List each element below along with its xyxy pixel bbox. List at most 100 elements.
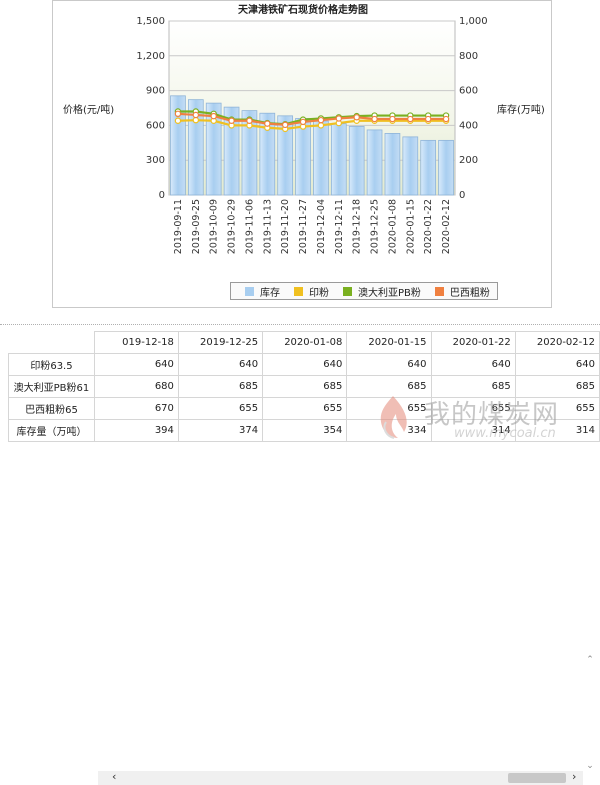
line-point: [192, 111, 200, 119]
table-cell: 640: [93, 353, 179, 376]
y-left-tick-label: 600: [146, 120, 165, 131]
bar-inventory: [366, 129, 383, 196]
legend-label: 澳大利亚PB粉: [358, 287, 421, 299]
table-cell: 394: [93, 419, 179, 442]
watermark-logo: 我的煤炭网 www.mycoal.cn: [368, 392, 598, 444]
line-point: [210, 112, 217, 120]
legend-swatch: [343, 286, 352, 296]
table-corner: [9, 332, 95, 354]
bar-inventory: [420, 139, 437, 196]
table-cell: 374: [177, 419, 264, 442]
line-point: [264, 120, 271, 127]
chart-svg: 天津港铁矿石现货价格走势图 0 0 300 200 600 400 900 600 1,200 80…: [136, 3, 488, 254]
column-header: 2020-02-12: [514, 331, 600, 354]
flame-logo-icon: [380, 396, 407, 439]
line-point: [246, 117, 253, 124]
x-tick-label: 2019-12-04: [316, 199, 327, 254]
scroll-left-icon[interactable]: ‹: [112, 770, 116, 783]
legend-item: 库存: [245, 284, 280, 299]
line-point: [317, 122, 325, 129]
line-point: [174, 110, 182, 118]
table-cell: 680: [93, 375, 179, 398]
table-cell: 354: [262, 419, 348, 442]
y-left-tick-label: 900: [146, 86, 165, 97]
table-row: 印粉63.5 640 640 640 640 640 640: [8, 353, 600, 376]
x-tick-label: 2019-10-09: [209, 199, 220, 254]
row-label: 库存量（万吨）: [8, 419, 95, 442]
line-point: [389, 115, 396, 123]
x-tick-label: 2019-09-25: [191, 199, 202, 254]
line-point: [317, 116, 325, 124]
line-point: [424, 115, 432, 123]
vertical-scrollbar[interactable]: ⌃ ⌄: [584, 655, 596, 777]
line-point: [299, 118, 307, 126]
x-tick-label: 2020-01-15: [405, 199, 416, 254]
x-tick-label: 2019-11-13: [262, 199, 273, 254]
line-point: [353, 114, 360, 121]
legend-label: 库存: [260, 287, 280, 299]
y-left-title: 价格(元/吨): [63, 105, 115, 116]
bar-inventory: [295, 118, 311, 196]
legend-item: 印粉: [294, 284, 329, 299]
column-header: 2020-01-22: [430, 331, 516, 354]
y-left-tick-label: 300: [146, 155, 165, 166]
row-label: 印粉63.5: [8, 353, 95, 376]
horizontal-scroll-thumb[interactable]: [508, 773, 566, 783]
bar-inventory: [384, 133, 401, 196]
bar-inventory: [313, 120, 329, 196]
y-right-title: 库存(万吨): [497, 105, 545, 116]
table-cell: 685: [262, 375, 348, 398]
chart-legend: 库存 印粉 澳大利亚PB粉 巴西粗粉: [230, 282, 498, 300]
scroll-down-icon[interactable]: ⌄: [584, 761, 596, 771]
watermark-url: www.mycoal.cn: [454, 426, 556, 441]
x-tick-label: 2019-10-29: [227, 199, 238, 254]
table-header-row: 019-12-18 2019-12-25 2020-01-08 2020-01-15 2…: [9, 331, 600, 354]
bar-inventory: [330, 123, 347, 196]
y-right-tick-label: 600: [459, 86, 478, 97]
table-cell: 640: [262, 353, 348, 376]
line-point: [442, 115, 450, 123]
table-cell: 670: [93, 397, 179, 420]
table-cell: 640: [430, 353, 516, 376]
x-tick-label: 2019-11-06: [244, 199, 255, 254]
x-tick-label: 2019-11-20: [280, 199, 291, 254]
table-cell: 655: [177, 397, 264, 420]
line-point: [407, 115, 414, 123]
y-right-tick-label: 200: [459, 155, 478, 166]
table-cell: 655: [262, 397, 348, 420]
row-label: 巴西粗粉65: [8, 397, 95, 420]
y-right-tick-label: 0: [459, 190, 465, 201]
scroll-up-icon[interactable]: ⌃: [584, 655, 596, 665]
x-tick-label: 2020-02-12: [441, 199, 452, 254]
x-tick-label: 2019-11-27: [298, 199, 309, 254]
x-tick-label: 2019-09-11: [173, 199, 184, 254]
column-header: 2020-01-08: [262, 331, 348, 354]
legend-item: 澳大利亚PB粉: [343, 284, 421, 299]
column-header: 2019-12-25: [177, 331, 264, 354]
legend-item: 巴西粗粉: [434, 284, 490, 299]
line-point: [371, 115, 378, 123]
line-point: [335, 115, 343, 122]
bar-inventory: [348, 126, 365, 196]
legend-label: 印粉: [309, 287, 329, 299]
chart-title: 天津港铁矿石现货价格走势图: [238, 3, 368, 16]
legend-swatch: [434, 286, 444, 296]
scroll-right-icon[interactable]: ›: [572, 770, 576, 783]
line-point: [174, 117, 182, 124]
bar-inventory: [438, 139, 454, 196]
line-point: [281, 121, 289, 129]
x-tick-label: 2019-12-25: [370, 199, 381, 254]
y-left-tick-label: 0: [159, 190, 165, 201]
column-header: 2020-01-15: [346, 331, 432, 354]
y-right-tick-label: 800: [459, 51, 478, 62]
legend-swatch: [294, 286, 303, 296]
y-left-tick-label: 1,500: [136, 16, 165, 27]
table-cell: 685: [177, 375, 264, 398]
x-tick-label: 2019-12-11: [334, 199, 345, 254]
horizontal-scrollbar[interactable]: ‹ ›: [98, 770, 583, 785]
bar-inventory: [402, 136, 419, 196]
table-cell: 640: [177, 353, 264, 376]
x-tick-label: 2020-01-08: [387, 199, 398, 254]
y-right-tick-label: 1,000: [459, 16, 488, 27]
legend-swatch: [245, 286, 254, 296]
